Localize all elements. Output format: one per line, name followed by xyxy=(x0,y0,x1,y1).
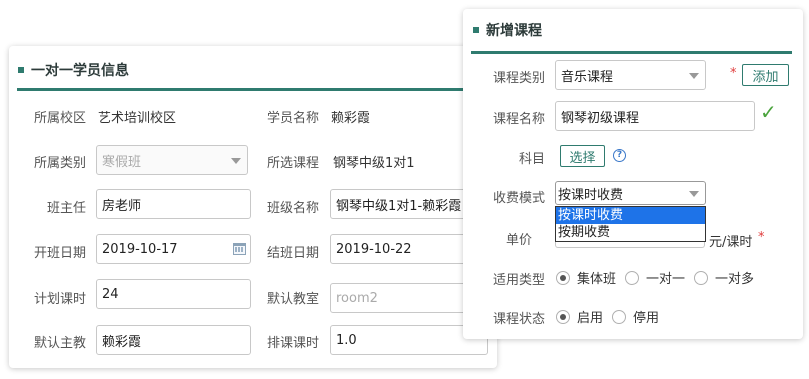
course-panel-title-text: 新增课程 xyxy=(486,23,542,39)
student-panel-title-text: 一对一学员信息 xyxy=(31,63,129,79)
scheduled-hours-label: 排课课时 xyxy=(267,336,320,351)
planned-hours-input-value: 24 xyxy=(102,286,119,302)
selected-course-value: 钢琴中级1对1 xyxy=(333,156,415,171)
choose-subject-button-label: 选择 xyxy=(569,150,596,166)
checkmark-icon: ✓ xyxy=(760,100,777,124)
course-name-label: 课程名称 xyxy=(493,112,546,127)
course-name-input-value: 钢琴初级课程 xyxy=(561,110,640,126)
panel-title: 一对一学员信息 xyxy=(18,60,129,80)
start-date-label: 开班日期 xyxy=(34,246,87,261)
class-name-label: 班级名称 xyxy=(267,201,320,216)
start-date-input[interactable]: 2019-10-17 xyxy=(96,234,251,264)
unit-price-unit: 元/课时 xyxy=(709,235,753,250)
planned-hours-label: 计划课时 xyxy=(34,292,87,307)
radio-label: 一对多 xyxy=(715,272,755,287)
new-course-panel: 新增课程 课程类别 音乐课程 * 添加 课程名称 钢琴初级课程 ✓ 科目 选择 … xyxy=(463,9,803,339)
panel-divider xyxy=(17,88,489,91)
fee-mode-option[interactable]: 按期收费 xyxy=(556,224,705,241)
course-name-input[interactable]: 钢琴初级课程 xyxy=(555,101,755,131)
radio-group-class[interactable]: 集体班 xyxy=(556,268,616,287)
class-name-input-value: 钢琴中级1对1-赖彩霞 xyxy=(336,198,462,214)
planned-hours-input[interactable]: 24 xyxy=(96,279,251,309)
default-classroom-label: 默认教室 xyxy=(267,292,320,307)
category-label: 所属类别 xyxy=(34,156,87,171)
required-mark: * xyxy=(758,230,765,245)
radio-label: 一对一 xyxy=(646,272,686,287)
add-category-button[interactable]: 添加 xyxy=(742,64,789,86)
selected-course-label: 所选课程 xyxy=(267,156,320,171)
help-icon[interactable]: ? xyxy=(613,149,626,162)
course-status-label: 课程状态 xyxy=(493,312,546,327)
applicable-type-radio-group: 集体班 一对一 一对多 xyxy=(556,268,763,287)
panel-divider xyxy=(471,51,792,54)
calendar-icon[interactable] xyxy=(233,243,246,255)
radio-one-to-many[interactable]: 一对多 xyxy=(694,268,754,287)
add-category-button-label: 添加 xyxy=(752,69,779,85)
fee-mode-option[interactable]: 按课时收费 xyxy=(556,207,705,224)
chevron-down-icon xyxy=(689,73,699,79)
default-classroom-placeholder: room2 xyxy=(336,290,378,306)
default-teacher-label: 默认主教 xyxy=(34,336,87,351)
campus-label: 所属校区 xyxy=(34,111,87,126)
course-category-select[interactable]: 音乐课程 xyxy=(555,60,706,90)
choose-subject-button[interactable]: 选择 xyxy=(560,145,605,167)
radio-label: 集体班 xyxy=(577,272,617,287)
head-teacher-input-value: 房老师 xyxy=(102,198,142,214)
unit-price-input[interactable] xyxy=(555,242,705,248)
fee-mode-select[interactable]: 按课时收费 xyxy=(555,181,706,205)
head-teacher-label: 班主任 xyxy=(47,201,87,216)
course-status-radio-group: 启用 停用 xyxy=(556,307,668,326)
end-date-input-value: 2019-10-22 xyxy=(336,241,412,257)
category-select-value: 寒假班 xyxy=(102,154,142,170)
radio-button[interactable] xyxy=(556,309,570,324)
fee-mode-label: 收费模式 xyxy=(493,191,546,206)
panel-title: 新增课程 xyxy=(473,20,542,40)
radio-button[interactable] xyxy=(625,270,640,285)
scheduled-hours-input-value: 1.0 xyxy=(336,332,357,348)
radio-button[interactable] xyxy=(612,309,627,324)
radio-button[interactable] xyxy=(694,270,709,285)
radio-enabled[interactable]: 启用 xyxy=(556,307,603,326)
chevron-down-icon xyxy=(689,191,699,197)
head-teacher-input[interactable]: 房老师 xyxy=(96,189,251,219)
chevron-down-icon xyxy=(231,158,241,164)
radio-one-to-one[interactable]: 一对一 xyxy=(625,268,685,287)
applicable-type-label: 适用类型 xyxy=(493,273,546,288)
default-teacher-input-value: 赖彩霞 xyxy=(102,334,142,350)
subject-label: 科目 xyxy=(519,152,546,167)
student-info-panel: 一对一学员信息 所属校区 艺术培训校区 学员名称 赖彩霞 所属类别 寒假班 所选… xyxy=(9,46,497,368)
end-date-label: 结班日期 xyxy=(267,246,320,261)
course-category-select-value: 音乐课程 xyxy=(561,69,614,85)
radio-disabled[interactable]: 停用 xyxy=(612,307,659,326)
radio-label: 启用 xyxy=(577,311,604,326)
radio-label: 停用 xyxy=(633,311,660,326)
radio-button[interactable] xyxy=(556,270,570,285)
title-marker-icon xyxy=(473,27,479,33)
unit-price-label: 单价 xyxy=(506,233,533,248)
student-name-label: 学员名称 xyxy=(267,111,320,126)
fee-mode-select-value: 按课时收费 xyxy=(558,187,624,203)
title-marker-icon xyxy=(18,67,24,73)
default-teacher-input[interactable]: 赖彩霞 xyxy=(96,325,251,355)
category-select[interactable]: 寒假班 xyxy=(96,145,248,175)
start-date-input-value: 2019-10-17 xyxy=(102,241,178,257)
student-name-value: 赖彩霞 xyxy=(331,111,371,126)
course-category-label: 课程类别 xyxy=(493,71,546,86)
campus-value: 艺术培训校区 xyxy=(98,111,177,126)
fee-mode-dropdown-list[interactable]: 按课时收费 按期收费 xyxy=(555,206,706,242)
required-mark: * xyxy=(730,66,737,81)
